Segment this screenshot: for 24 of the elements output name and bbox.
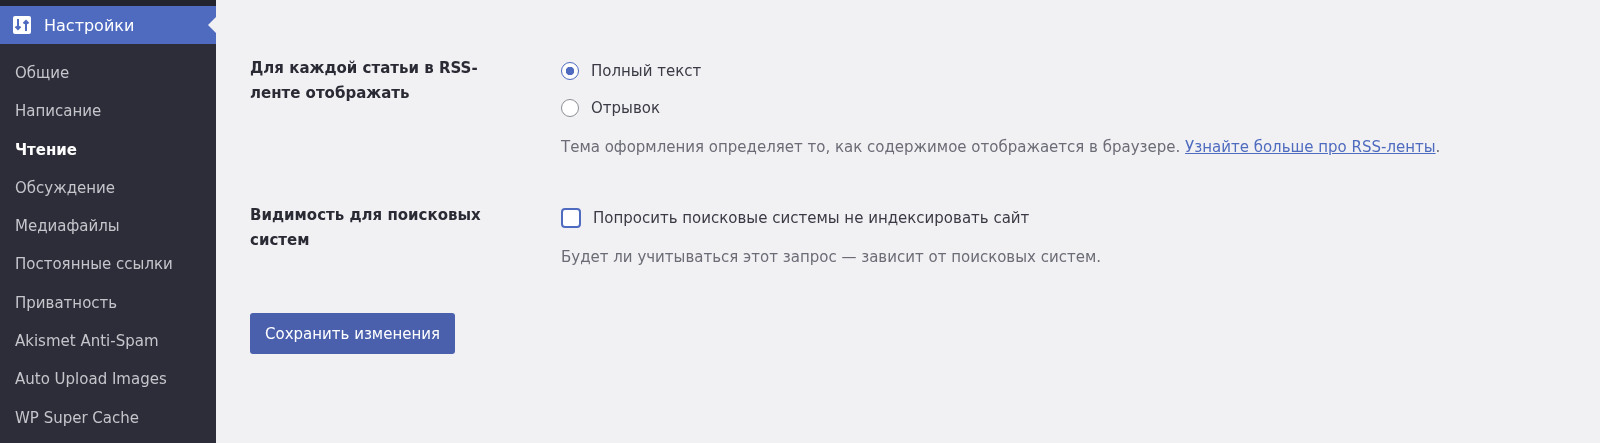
submenu-item[interactable]: Auto Upload Images xyxy=(0,360,216,399)
checkbox[interactable] xyxy=(561,207,581,228)
setting-label: Для каждой статьи в RSS-ленте отображать xyxy=(250,58,479,104)
radio-button[interactable] xyxy=(561,98,579,117)
option-label: Отрывок xyxy=(591,98,660,117)
submenu-item[interactable]: Написание xyxy=(0,92,216,131)
save-changes-button[interactable]: Сохранить изменения xyxy=(250,313,456,354)
submenu-item[interactable]: Приватность xyxy=(0,283,216,323)
submenu-item[interactable]: Чтение xyxy=(0,130,216,169)
submenu-item[interactable]: Akismet Anti-Spam xyxy=(0,322,216,361)
submenu-item[interactable]: Обсуждение xyxy=(0,168,216,208)
submenu-item[interactable]: Общие xyxy=(0,54,216,93)
description-text: Будет ли учитываться этот запрос — зависит от поисковых систем. xyxy=(561,248,1101,266)
option-label: Полный текст xyxy=(591,61,702,80)
sort-icon xyxy=(12,15,32,35)
rss-help-link[interactable]: Узнайте больше про RSS-ленты xyxy=(1185,138,1436,156)
option-label: Попросить поисковые системы не индексировать сайт xyxy=(593,208,1030,227)
description-text: Тема оформления определяет то, как содержимое отображается в браузере. Узнайте больше про RSS-ленты. xyxy=(561,138,1441,156)
setting-label: Видимость для поисковых систем xyxy=(250,205,482,251)
radio-button[interactable] xyxy=(561,61,579,80)
submenu-item[interactable]: Постоянные ссылки xyxy=(0,245,216,284)
submenu-item[interactable]: Медиафайлы xyxy=(0,207,216,246)
submenu-item[interactable]: WP Super Cache xyxy=(0,398,216,437)
settings-menu-item[interactable]: Настройки xyxy=(0,6,216,44)
